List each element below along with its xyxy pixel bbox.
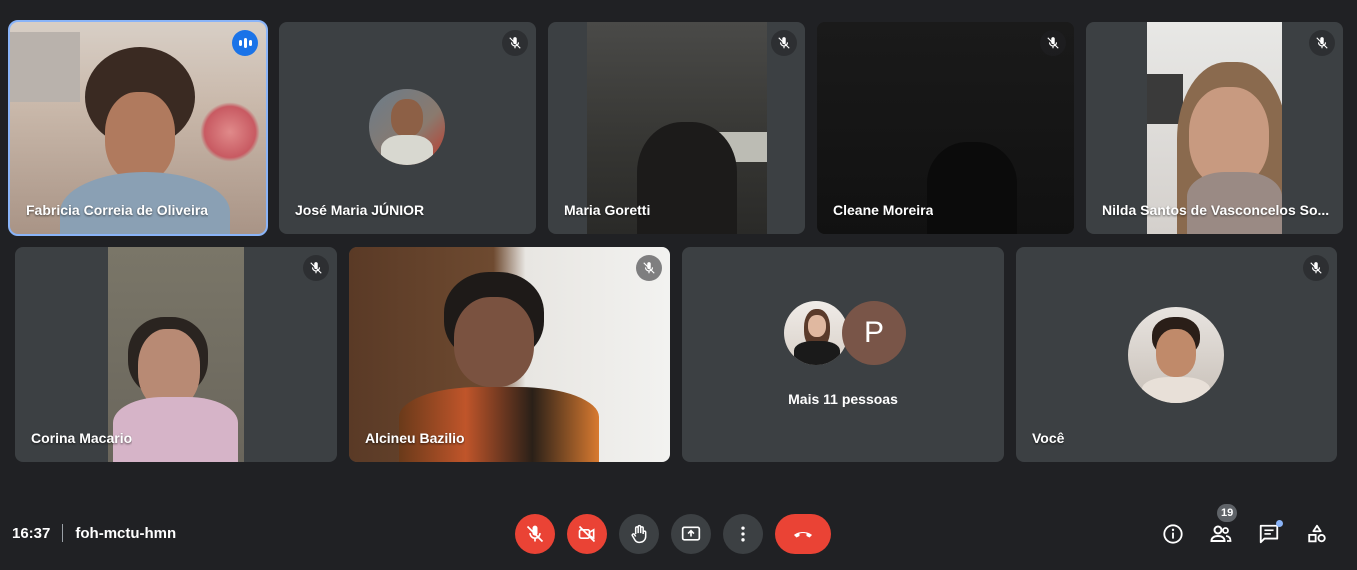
meeting-code[interactable]: foh-mctu-hmn <box>75 525 176 542</box>
call-end-icon <box>794 532 812 538</box>
mic-off-icon <box>526 525 544 543</box>
more-participants-tile[interactable]: P Mais 11 pessoas <box>682 247 1004 462</box>
mic-off-icon <box>303 255 329 281</box>
participant-name: Alcineu Bazilio <box>365 430 465 446</box>
participant-name: Você <box>1032 430 1065 446</box>
meeting-info: 16:37 foh-mctu-hmn <box>12 524 176 542</box>
bottom-bar: 16:37 foh-mctu-hmn 19 <box>0 490 1357 570</box>
more-participants-label: Mais 11 pessoas <box>788 391 898 407</box>
people-button[interactable]: 19 <box>1205 504 1238 550</box>
mic-off-icon <box>636 255 662 281</box>
more-options-button[interactable] <box>723 514 763 554</box>
participant-avatar <box>784 301 848 365</box>
meeting-details-button[interactable] <box>1157 518 1189 550</box>
participant-avatar <box>1128 307 1224 403</box>
more-vert-icon <box>741 526 745 542</box>
speaking-indicator-icon <box>232 30 258 56</box>
people-count-badge: 19 <box>1217 504 1238 522</box>
mic-off-icon <box>502 30 528 56</box>
people-icon <box>1210 525 1232 542</box>
present-screen-button[interactable] <box>671 514 711 554</box>
camera-off-icon <box>578 525 596 543</box>
activities-button[interactable] <box>1301 518 1333 550</box>
hand-icon <box>631 524 647 544</box>
mic-off-icon <box>1309 30 1335 56</box>
leave-call-button[interactable] <box>775 514 831 554</box>
mic-off-icon <box>771 30 797 56</box>
divider <box>62 524 64 542</box>
raise-hand-button[interactable] <box>619 514 659 554</box>
participant-tile-maria[interactable]: Maria Goretti <box>548 22 805 234</box>
participant-avatar <box>369 89 445 165</box>
mic-off-icon <box>1303 255 1329 281</box>
clock: 16:37 <box>12 524 51 542</box>
chat-button[interactable] <box>1253 518 1285 550</box>
participant-tile-self[interactable]: Você <box>1016 247 1337 462</box>
participant-name: Nilda Santos de Vasconcelos So... <box>1102 202 1330 218</box>
participant-tile-jose[interactable]: José Maria JÚNIOR <box>279 22 536 234</box>
present-icon <box>681 526 701 541</box>
mic-off-icon <box>1040 30 1066 56</box>
info-icon <box>1163 524 1183 544</box>
camera-toggle-button[interactable] <box>567 514 607 554</box>
participant-tile-nilda[interactable]: Nilda Santos de Vasconcelos So... <box>1086 22 1343 234</box>
participant-name: Cleane Moreira <box>833 202 934 218</box>
participant-avatar-letter: P <box>842 301 906 365</box>
participant-tile-fabricia[interactable]: Fabricia Correia de Oliveira <box>8 20 268 236</box>
participant-tile-alcineu[interactable]: Alcineu Bazilio <box>349 247 670 462</box>
unread-indicator <box>1276 520 1283 527</box>
participant-tile-corina[interactable]: Corina Macario <box>15 247 337 462</box>
participant-name: Corina Macario <box>31 430 133 446</box>
participant-tile-cleane[interactable]: Cleane Moreira <box>817 22 1074 234</box>
participant-name: Fabricia Correia de Oliveira <box>26 202 209 218</box>
participant-name: Maria Goretti <box>564 202 651 218</box>
participant-name: José Maria JÚNIOR <box>295 202 425 218</box>
mic-toggle-button[interactable] <box>515 514 555 554</box>
activities-icon <box>1308 524 1326 543</box>
